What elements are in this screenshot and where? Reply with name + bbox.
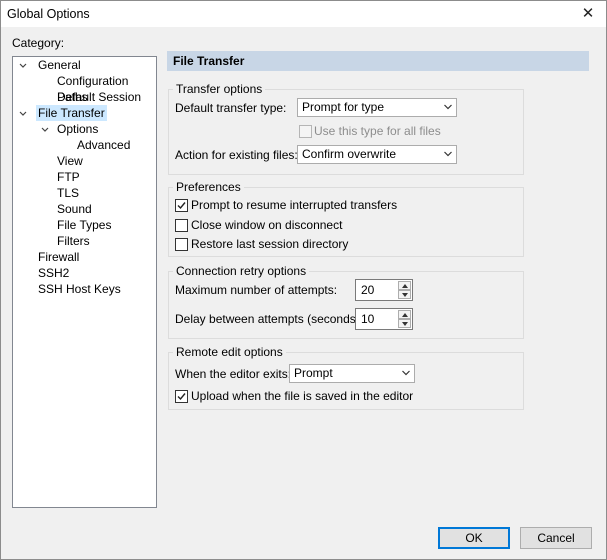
- stepper-up-button[interactable]: [398, 310, 411, 319]
- cancel-button[interactable]: Cancel: [520, 527, 592, 549]
- select-value: Prompt for type: [302, 100, 385, 114]
- arrow-down-icon: [402, 322, 408, 326]
- editor-exits-label: When the editor exits:: [175, 367, 292, 381]
- resume-transfers-checkbox[interactable]: [175, 199, 188, 212]
- panel-title: File Transfer: [173, 54, 245, 68]
- editor-exits-select[interactable]: Prompt: [289, 364, 415, 383]
- tree-item-advanced[interactable]: Advanced: [75, 137, 132, 153]
- tree-item-ssh2[interactable]: SSH2: [36, 265, 71, 281]
- select-value: Prompt: [294, 366, 333, 380]
- tree-item-default-session[interactable]: Default Session: [55, 89, 143, 105]
- close-window-label: Close window on disconnect: [191, 218, 343, 232]
- restore-directory-label: Restore last session directory: [191, 237, 349, 251]
- tree-item-firewall[interactable]: Firewall: [36, 249, 81, 265]
- chevron-down-icon[interactable]: [19, 62, 27, 70]
- existing-files-label: Action for existing files:: [175, 148, 298, 162]
- chevron-down-icon: [444, 104, 452, 110]
- stepper-up-button[interactable]: [398, 281, 411, 290]
- arrow-up-icon: [402, 284, 408, 288]
- chevron-down-icon: [402, 370, 410, 376]
- tree-item-tls[interactable]: TLS: [55, 185, 81, 201]
- title-bar: Global Options ✕: [1, 1, 606, 27]
- max-attempts-label: Maximum number of attempts:: [175, 283, 338, 297]
- delay-stepper[interactable]: 10: [355, 308, 413, 330]
- chevron-down-icon[interactable]: [19, 110, 27, 118]
- default-transfer-type-select[interactable]: Prompt for type: [297, 98, 457, 117]
- close-icon[interactable]: ✕: [578, 4, 598, 24]
- group-title: Remote edit options: [173, 345, 286, 359]
- delay-label: Delay between attempts (seconds):: [175, 312, 364, 326]
- stepper-value: 20: [361, 283, 375, 297]
- stepper-down-button[interactable]: [398, 290, 411, 299]
- group-title: Transfer options: [173, 82, 266, 96]
- upload-on-save-checkbox[interactable]: [175, 390, 188, 403]
- tree-item-view[interactable]: View: [55, 153, 85, 169]
- arrow-down-icon: [402, 293, 408, 297]
- global-options-window: Global Options ✕ Category: General Confi…: [0, 0, 607, 560]
- tree-item-options[interactable]: Options: [55, 121, 100, 137]
- category-tree[interactable]: General Configuration Paths Default Sess…: [12, 56, 157, 508]
- stepper-down-button[interactable]: [398, 319, 411, 328]
- group-title: Preferences: [173, 180, 244, 194]
- tree-item-file-types[interactable]: File Types: [55, 217, 113, 233]
- upload-on-save-label: Upload when the file is saved in the edi…: [191, 389, 414, 403]
- tree-item-ssh-host-keys[interactable]: SSH Host Keys: [36, 281, 123, 297]
- checkmark-icon: [177, 202, 186, 210]
- restore-directory-checkbox[interactable]: [175, 238, 188, 251]
- use-for-all-label: Use this type for all files: [314, 124, 441, 138]
- max-attempts-stepper[interactable]: 20: [355, 279, 413, 301]
- panel-header: File Transfer: [167, 51, 589, 71]
- category-label: Category:: [12, 36, 65, 50]
- tree-item-file-transfer[interactable]: File Transfer: [36, 105, 107, 121]
- chevron-down-icon[interactable]: [41, 126, 49, 134]
- ok-button[interactable]: OK: [438, 527, 510, 549]
- chevron-down-icon: [444, 151, 452, 157]
- default-transfer-type-label: Default transfer type:: [175, 101, 287, 115]
- tree-item-general[interactable]: General: [36, 57, 83, 73]
- window-title: Global Options: [7, 7, 90, 21]
- checkmark-icon: [177, 393, 186, 401]
- use-for-all-checkbox[interactable]: [299, 125, 312, 138]
- tree-item-configuration-paths[interactable]: Configuration Paths: [55, 73, 156, 104]
- close-window-checkbox[interactable]: [175, 219, 188, 232]
- resume-transfers-label: Prompt to resume interrupted transfers: [191, 198, 398, 212]
- tree-item-filters[interactable]: Filters: [55, 233, 92, 249]
- existing-files-select[interactable]: Confirm overwrite: [297, 145, 457, 164]
- select-value: Confirm overwrite: [302, 147, 397, 161]
- tree-item-ftp[interactable]: FTP: [55, 169, 82, 185]
- stepper-value: 10: [361, 312, 375, 326]
- arrow-up-icon: [402, 313, 408, 317]
- connection-retry-group: Connection retry options: [168, 264, 524, 339]
- tree-item-sound[interactable]: Sound: [55, 201, 94, 217]
- group-title: Connection retry options: [173, 264, 310, 278]
